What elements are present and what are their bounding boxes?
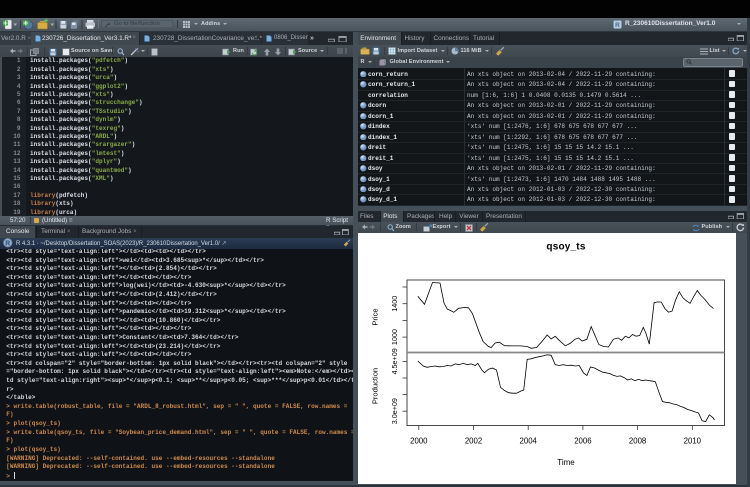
svg-text:2004: 2004 xyxy=(519,436,537,445)
svg-text:2002: 2002 xyxy=(464,436,481,445)
svg-text:2006: 2006 xyxy=(574,436,591,445)
svg-text:3.0e+09: 3.0e+09 xyxy=(390,398,399,424)
svg-text:2000: 2000 xyxy=(410,436,428,445)
svg-text:1000: 1000 xyxy=(390,329,399,345)
svg-text:4.5e+09: 4.5e+09 xyxy=(390,348,399,374)
svg-text:2010: 2010 xyxy=(683,436,701,445)
svg-text:qsoy_ts: qsoy_ts xyxy=(546,242,585,253)
svg-text:R: R xyxy=(5,241,10,248)
svg-text:Production: Production xyxy=(370,368,379,404)
svg-text:2008: 2008 xyxy=(628,436,645,445)
svg-text:R: R xyxy=(615,21,620,28)
svg-text:Time: Time xyxy=(557,458,575,467)
svg-text:1400: 1400 xyxy=(390,296,399,312)
svg-text:Price: Price xyxy=(370,308,379,325)
